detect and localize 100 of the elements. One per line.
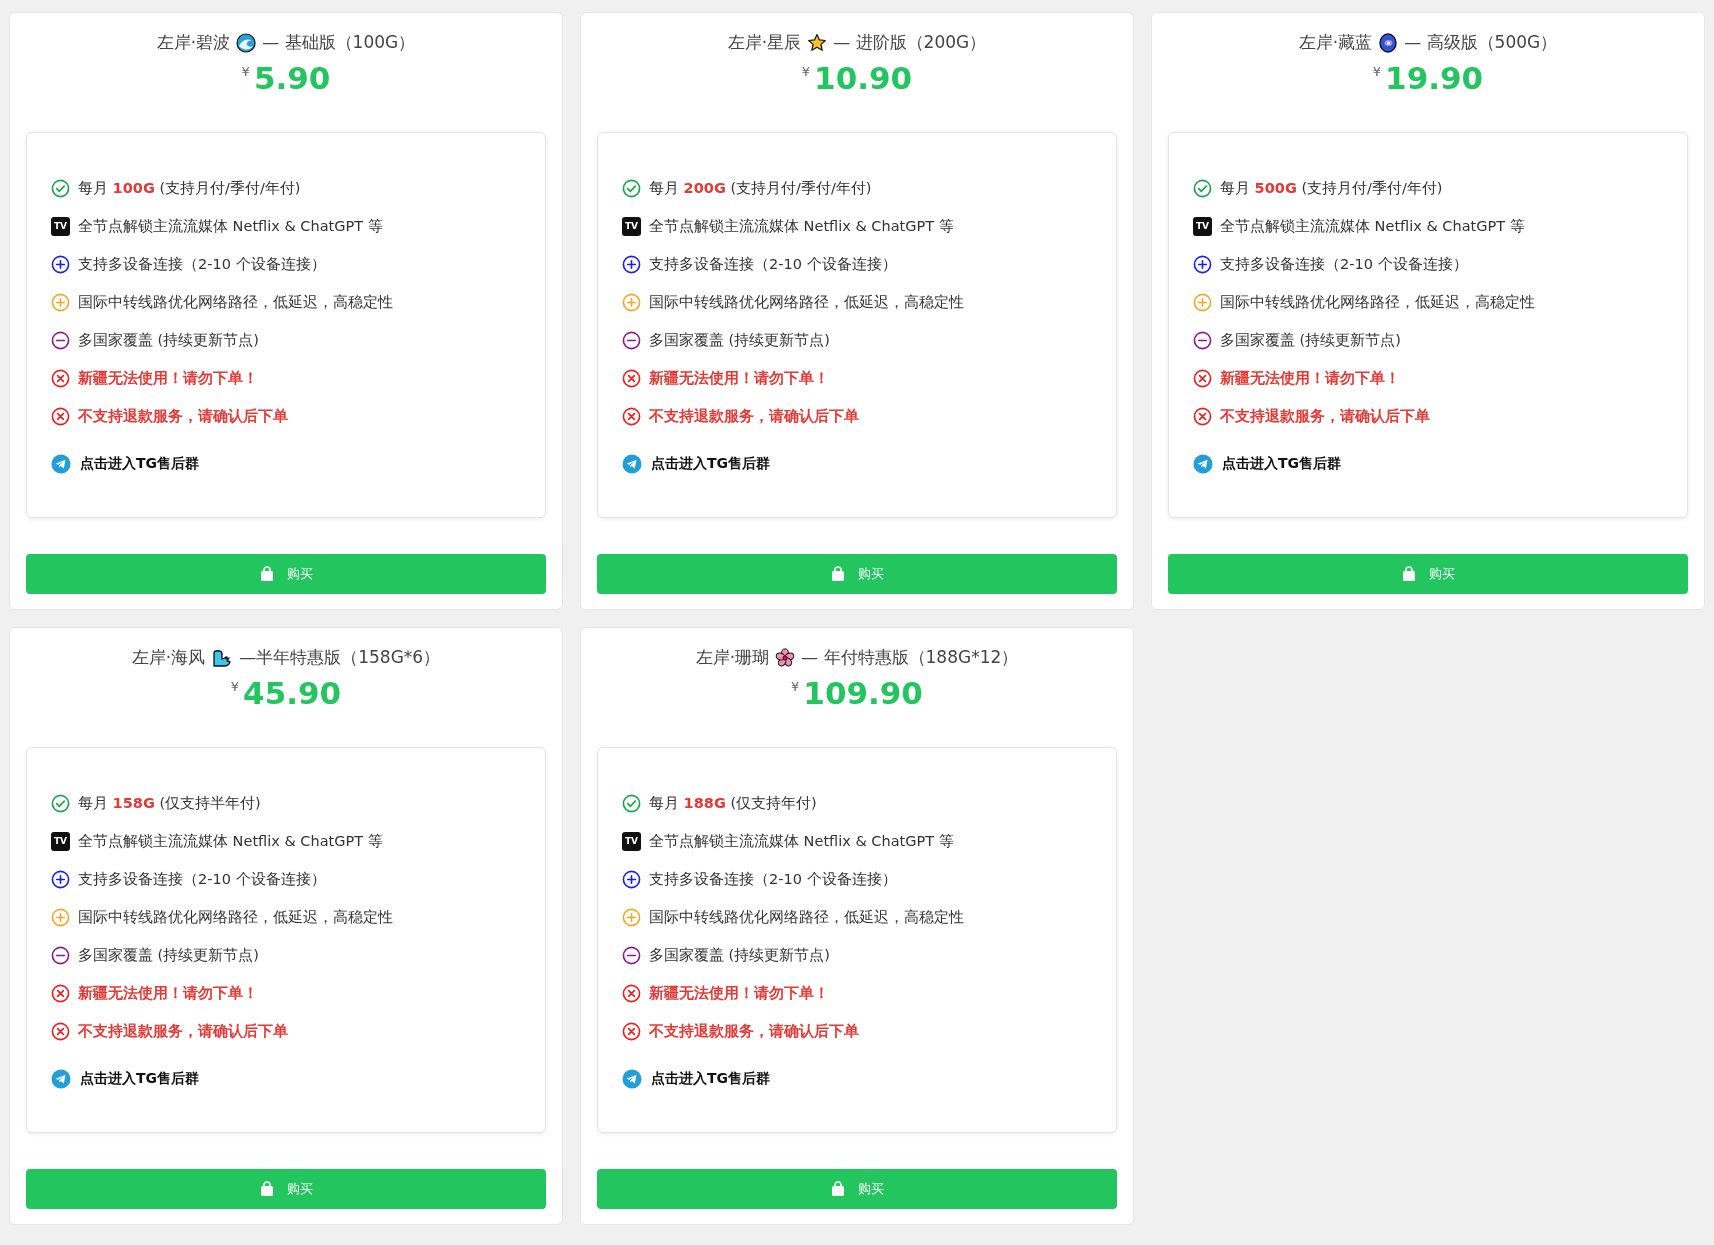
plan-name: 左岸·珊瑚 bbox=[695, 646, 770, 669]
tv-icon: TV bbox=[622, 216, 641, 236]
currency-symbol: ¥ bbox=[241, 64, 250, 79]
wave-icon bbox=[236, 32, 257, 53]
support-group-link[interactable]: 点击进入TG售后群 bbox=[80, 455, 200, 473]
plus-circle-icon bbox=[1193, 292, 1212, 312]
plan-edition: — 高级版（500G） bbox=[1404, 31, 1558, 54]
plus-circle-icon bbox=[51, 907, 70, 927]
currency-symbol: ¥ bbox=[801, 64, 811, 79]
feature-text: 国际中转线路优化网络路径，低延迟，高稳定性 bbox=[78, 292, 393, 312]
star-icon bbox=[807, 32, 828, 53]
check-circle-icon bbox=[622, 178, 641, 198]
feature-text: 全节点解锁主流流媒体 Netflix & ChatGPT 等 bbox=[1220, 216, 1525, 236]
feature-text: 不支持退款服务，请确认后下单 bbox=[649, 1021, 859, 1041]
shopping-bag-icon bbox=[830, 1181, 846, 1197]
check-circle-icon bbox=[622, 793, 641, 813]
x-circle-icon bbox=[1193, 368, 1212, 388]
feature-text: 多国家覆盖 (持续更新节点) bbox=[649, 945, 830, 965]
plan-name: 左岸·碧波 bbox=[156, 31, 231, 54]
check-circle-icon bbox=[51, 178, 70, 198]
shopping-bag-icon bbox=[830, 566, 846, 582]
tv-icon: TV bbox=[1193, 216, 1212, 236]
feature-text: 多国家覆盖 (持续更新节点) bbox=[78, 330, 259, 350]
plan-price: 45.90 bbox=[243, 675, 342, 711]
feature-text: 每月 500G (支持月付/季付/年付) bbox=[1220, 178, 1443, 198]
x-circle-icon bbox=[51, 406, 70, 426]
plan-edition: — 年付特惠版（188G*12） bbox=[801, 646, 1019, 669]
feature-text: 全节点解锁主流流媒体 Netflix & ChatGPT 等 bbox=[649, 216, 954, 236]
galaxy-icon bbox=[1378, 32, 1399, 53]
support-group-link[interactable]: 点击进入TG售后群 bbox=[1222, 455, 1342, 473]
tv-icon: TV bbox=[51, 831, 70, 851]
plan-price: 5.90 bbox=[253, 60, 331, 96]
check-circle-icon bbox=[1193, 178, 1212, 198]
support-group-link[interactable]: 点击进入TG售后群 bbox=[80, 1070, 200, 1088]
feature-text: 支持多设备连接（2-10 个设备连接） bbox=[1220, 254, 1468, 274]
minus-circle-icon bbox=[51, 330, 70, 350]
feature-text: 多国家覆盖 (持续更新节点) bbox=[649, 330, 830, 350]
x-circle-icon bbox=[622, 368, 641, 388]
feature-text: 新疆无法使用！请勿下单！ bbox=[78, 368, 258, 388]
x-circle-icon bbox=[51, 983, 70, 1003]
plus-circle-icon bbox=[51, 869, 70, 889]
plan-edition: —半年特惠版（158G*6） bbox=[239, 646, 441, 669]
plus-circle-icon bbox=[622, 907, 641, 927]
feature-text: 国际中转线路优化网络路径，低延迟，高稳定性 bbox=[78, 907, 393, 927]
support-group-link[interactable]: 点击进入TG售后群 bbox=[651, 455, 771, 473]
feature-text: 全节点解锁主流流媒体 Netflix & ChatGPT 等 bbox=[649, 831, 954, 851]
feature-text: 支持多设备连接（2-10 个设备连接） bbox=[649, 254, 897, 274]
plan-price: 109.90 bbox=[803, 675, 923, 711]
feature-text: 国际中转线路优化网络路径，低延迟，高稳定性 bbox=[1220, 292, 1535, 312]
x-circle-icon bbox=[622, 983, 641, 1003]
feature-text: 每月 100G (支持月付/季付/年付) bbox=[78, 178, 301, 198]
support-group-link[interactable]: 点击进入TG售后群 bbox=[651, 1070, 771, 1088]
feature-text: 多国家覆盖 (持续更新节点) bbox=[1220, 330, 1401, 350]
plus-circle-icon bbox=[622, 869, 641, 889]
minus-circle-icon bbox=[1193, 330, 1212, 350]
feature-text: 全节点解锁主流流媒体 Netflix & ChatGPT 等 bbox=[78, 216, 383, 236]
plan-name: 左岸·藏蓝 bbox=[1298, 31, 1373, 54]
feature-text: 不支持退款服务，请确认后下单 bbox=[649, 406, 859, 426]
feature-text: 每月 200G (支持月付/季付/年付) bbox=[649, 178, 872, 198]
plan-edition: — 基础版（100G） bbox=[262, 31, 416, 54]
paper-plane-icon bbox=[1193, 454, 1213, 474]
x-circle-icon bbox=[51, 1021, 70, 1041]
feature-text: 不支持退款服务，请确认后下单 bbox=[78, 1021, 288, 1041]
plan-name: 左岸·海风 bbox=[131, 646, 206, 669]
x-circle-icon bbox=[622, 1021, 641, 1041]
feature-text: 每月 158G (仅支持半年付) bbox=[78, 793, 261, 813]
paper-plane-icon bbox=[51, 1069, 71, 1089]
x-circle-icon bbox=[1193, 406, 1212, 426]
plus-circle-icon bbox=[51, 254, 70, 274]
currency-symbol: ¥ bbox=[1372, 64, 1382, 79]
plus-circle-icon bbox=[1193, 254, 1212, 274]
minus-circle-icon bbox=[622, 330, 641, 350]
feature-text: 新疆无法使用！请勿下单！ bbox=[649, 368, 829, 388]
x-circle-icon bbox=[51, 368, 70, 388]
check-circle-icon bbox=[51, 793, 70, 813]
feature-text: 支持多设备连接（2-10 个设备连接） bbox=[78, 869, 326, 889]
shopping-bag-icon bbox=[1401, 566, 1417, 582]
paper-plane-icon bbox=[622, 454, 642, 474]
plan-name: 左岸·星辰 bbox=[727, 31, 802, 54]
plan-edition: — 进阶版（200G） bbox=[833, 31, 987, 54]
tv-icon: TV bbox=[51, 216, 70, 236]
paper-plane-icon bbox=[51, 454, 71, 474]
feature-text: 新疆无法使用！请勿下单！ bbox=[1220, 368, 1400, 388]
plus-circle-icon bbox=[51, 292, 70, 312]
x-circle-icon bbox=[622, 406, 641, 426]
feature-text: 支持多设备连接（2-10 个设备连接） bbox=[78, 254, 326, 274]
paper-plane-icon bbox=[622, 1069, 642, 1089]
shopping-bag-icon bbox=[259, 1181, 275, 1197]
minus-circle-icon bbox=[51, 945, 70, 965]
feature-text: 不支持退款服务，请确认后下单 bbox=[78, 406, 288, 426]
feature-text: 不支持退款服务，请确认后下单 bbox=[1220, 406, 1430, 426]
currency-symbol: ¥ bbox=[230, 679, 240, 694]
blossom-icon bbox=[775, 647, 796, 668]
feature-text: 国际中转线路优化网络路径，低延迟，高稳定性 bbox=[649, 292, 964, 312]
plus-circle-icon bbox=[622, 292, 641, 312]
feature-text: 国际中转线路优化网络路径，低延迟，高稳定性 bbox=[649, 907, 964, 927]
feature-text: 支持多设备连接（2-10 个设备连接） bbox=[649, 869, 897, 889]
shopping-bag-icon bbox=[259, 566, 275, 582]
feature-text: 全节点解锁主流流媒体 Netflix & ChatGPT 等 bbox=[78, 831, 383, 851]
feature-text: 每月 188G (仅支持年付) bbox=[649, 793, 817, 813]
